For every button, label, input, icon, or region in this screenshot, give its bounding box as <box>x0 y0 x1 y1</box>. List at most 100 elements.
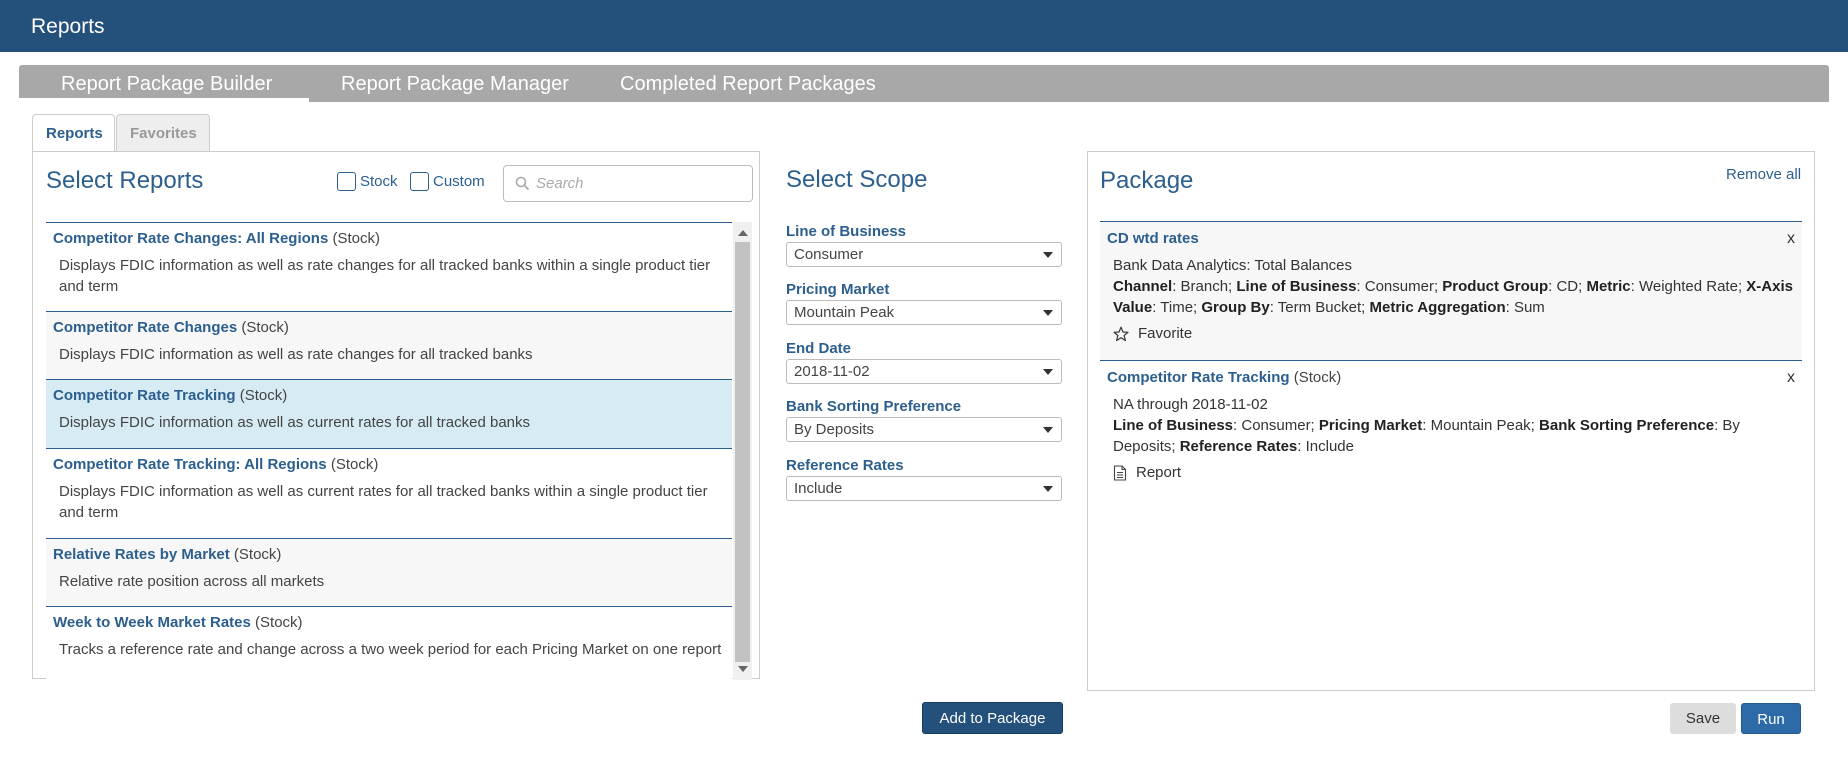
param-key: Reference Rates <box>1179 438 1298 455</box>
param-key: Product Group <box>1442 278 1549 295</box>
star-outline-icon <box>1113 326 1129 341</box>
scrollbar-thumb[interactable] <box>735 242 750 662</box>
package-item-params: Channel: Branch; Line of Business: Consu… <box>1113 276 1795 318</box>
app-header: Reports <box>0 0 1848 52</box>
report-item-competitor-rate-changes[interactable]: Competitor Rate Changes (Stock) Displays… <box>46 311 732 379</box>
report-list-scrollbar[interactable] <box>733 222 752 680</box>
stock-filter[interactable]: Stock <box>337 172 398 191</box>
report-type: (Stock) <box>241 319 289 336</box>
save-button[interactable]: Save <box>1670 703 1736 734</box>
line-of-business-select[interactable]: Consumer <box>786 242 1062 267</box>
stock-checkbox[interactable] <box>337 172 356 191</box>
chevron-down-icon <box>1043 252 1053 258</box>
scope-label-reference-rates: Reference Rates <box>786 457 904 474</box>
close-icon[interactable]: x <box>1787 369 1795 387</box>
report-button[interactable]: Report <box>1113 464 1795 481</box>
report-description: Displays FDIC information as well as rat… <box>59 257 711 295</box>
select-reports-title: Select Reports <box>46 167 204 194</box>
run-button[interactable]: Run <box>1741 703 1801 734</box>
scope-label-line-of-business: Line of Business <box>786 223 907 240</box>
report-type: (Stock) <box>255 614 303 631</box>
scope-label-bank-sorting-preference: Bank Sorting Preference <box>786 398 962 415</box>
param-key: Metric <box>1586 278 1631 295</box>
tab-report-package-manager[interactable]: Report Package Manager <box>341 73 569 96</box>
chevron-down-icon <box>1043 427 1053 433</box>
reference-rates-select[interactable]: Include <box>786 476 1062 501</box>
chevron-down-icon <box>1043 486 1053 492</box>
param-value: : Weighted Rate; <box>1630 278 1747 295</box>
package-item-cd-wtd-rates: CD wtd rates x Bank Data Analytics: Tota… <box>1100 221 1802 360</box>
report-label: Report <box>1136 464 1182 481</box>
package-item-competitor-rate-tracking: Competitor Rate Tracking (Stock) x NA th… <box>1100 360 1802 490</box>
search-placeholder: Search <box>536 175 584 192</box>
param-key: Line of Business <box>1113 417 1234 434</box>
package-title: Package <box>1100 167 1194 194</box>
report-item-competitor-rate-tracking-all-regions[interactable]: Competitor Rate Tracking: All Regions (S… <box>46 448 732 538</box>
param-value: : Mountain Peak; <box>1422 417 1540 434</box>
report-item-competitor-rate-changes-all-regions[interactable]: Competitor Rate Changes: All Regions (St… <box>46 222 732 311</box>
custom-filter[interactable]: Custom <box>410 172 485 191</box>
favorite-button[interactable]: Favorite <box>1113 325 1795 342</box>
custom-filter-label: Custom <box>433 173 485 190</box>
report-description: Displays FDIC information as well as cur… <box>59 414 531 431</box>
document-icon <box>1113 464 1127 481</box>
search-input[interactable]: Search <box>503 165 753 202</box>
param-value: : Time; <box>1152 299 1202 316</box>
chevron-down-icon <box>1043 369 1053 375</box>
package-item-name: Competitor Rate Tracking <box>1107 369 1290 386</box>
chevron-down-icon <box>1043 310 1053 316</box>
end-date-select[interactable]: 2018-11-02 <box>786 359 1062 384</box>
param-value: : Consumer; <box>1233 417 1319 434</box>
package-item-name: CD wtd rates <box>1107 230 1199 247</box>
report-description: Displays FDIC information as well as rat… <box>59 346 533 363</box>
search-icon <box>515 176 530 191</box>
subtab-favorites[interactable]: Favorites <box>116 114 210 152</box>
report-name: Competitor Rate Tracking: All Regions <box>53 456 327 473</box>
package-item-params: Line of Business: Consumer; Pricing Mark… <box>1113 415 1795 457</box>
report-type: (Stock) <box>239 387 288 404</box>
report-list: Competitor Rate Changes: All Regions (St… <box>46 222 732 680</box>
scroll-up-arrow-icon[interactable] <box>738 230 748 236</box>
package-item-type: (Stock) <box>1293 369 1342 386</box>
report-description: Displays FDIC information as well as cur… <box>59 483 708 521</box>
param-key: Bank Sorting Preference <box>1539 417 1715 434</box>
param-key: Channel <box>1113 278 1173 295</box>
pricing-market-value: Mountain Peak <box>794 304 895 321</box>
pricing-market-select[interactable]: Mountain Peak <box>786 300 1062 325</box>
stock-filter-label: Stock <box>360 173 398 190</box>
report-item-competitor-rate-tracking[interactable]: Competitor Rate Tracking (Stock) Display… <box>46 379 732 448</box>
add-to-package-button[interactable]: Add to Package <box>922 702 1063 734</box>
select-scope-title: Select Scope <box>786 166 928 193</box>
close-icon[interactable]: x <box>1787 230 1795 248</box>
report-type: (Stock) <box>330 456 379 473</box>
main-nav: Report Package Builder Report Package Ma… <box>19 65 1829 102</box>
report-type: (Stock) <box>233 546 282 563</box>
param-value: : Consumer; <box>1356 278 1443 295</box>
bank-sorting-preference-select[interactable]: By Deposits <box>786 417 1062 442</box>
end-date-value: 2018-11-02 <box>794 363 870 380</box>
scroll-down-arrow-icon[interactable] <box>738 666 748 672</box>
package-item-subtitle: Bank Data Analytics: Total Balances <box>1113 257 1353 274</box>
report-name: Competitor Rate Changes <box>53 319 238 336</box>
reference-rates-value: Include <box>794 480 843 497</box>
tab-completed-report-packages[interactable]: Completed Report Packages <box>620 73 876 96</box>
bank-sorting-preference-value: By Deposits <box>794 421 875 438</box>
report-item-week-to-week-market-rates[interactable]: Week to Week Market Rates (Stock) Tracks… <box>46 606 732 680</box>
param-key: Pricing Market <box>1318 417 1423 434</box>
report-item-relative-rates-by-market[interactable]: Relative Rates by Market (Stock) Relativ… <box>46 538 732 606</box>
param-value: : Branch; <box>1172 278 1237 295</box>
tab-report-package-builder[interactable]: Report Package Builder <box>61 73 272 96</box>
param-value: : Term Bucket; <box>1269 299 1370 316</box>
subtab-reports[interactable]: Reports <box>32 114 115 153</box>
report-name: Week to Week Market Rates <box>53 614 251 631</box>
param-key: Line of Business <box>1236 278 1357 295</box>
favorite-label: Favorite <box>1138 325 1193 342</box>
scope-label-pricing-market: Pricing Market <box>786 281 890 298</box>
param-value: : CD; <box>1548 278 1587 295</box>
custom-checkbox[interactable] <box>410 172 429 191</box>
report-description: Tracks a reference rate and change acros… <box>59 641 722 658</box>
report-type: (Stock) <box>332 230 380 247</box>
remove-all-link[interactable]: Remove all <box>1726 166 1801 183</box>
report-description: Relative rate position across all market… <box>59 573 325 590</box>
package-item-subtitle: NA through 2018-11-02 <box>1113 396 1268 413</box>
